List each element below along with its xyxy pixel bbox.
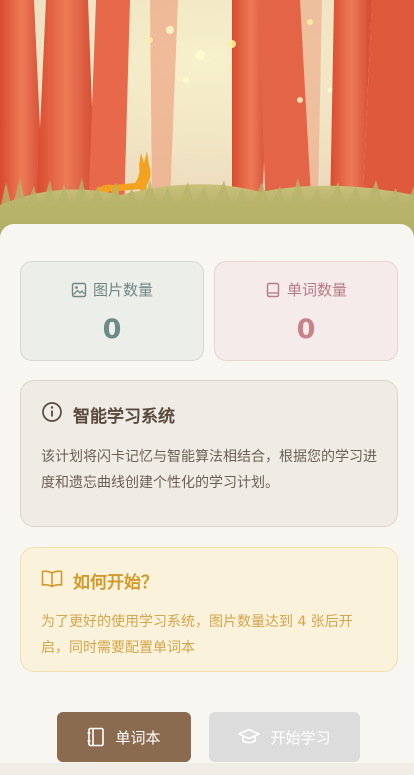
image-count-label: 图片数量 <box>92 281 153 299</box>
bottom-bar <box>0 763 414 775</box>
image-icon <box>71 282 87 298</box>
start-learning-button[interactable]: 开始学习 <box>209 712 360 762</box>
notebook-icon <box>265 282 281 298</box>
content-sheet: 图片数量 0 单词数量 0 智能学习系统 该计划将闪卡记忆与智能算法相结合，根据… <box>0 224 414 775</box>
hero-illustration <box>0 0 414 245</box>
open-book-icon <box>41 569 63 593</box>
info-icon <box>41 401 63 427</box>
how-to-start-card: 如何开始？ 为了更好的使用学习系统，图片数量达到 4 张后开启，同时需要配置单词… <box>20 547 398 672</box>
book-icon <box>87 727 105 747</box>
start-learning-button-label: 开始学习 <box>270 729 331 747</box>
word-count-label: 单词数量 <box>286 281 347 299</box>
smart-learning-title: 智能学习系统 <box>73 406 175 427</box>
word-count-value: 0 <box>296 314 316 345</box>
smart-learning-description: 该计划将闪卡记忆与智能算法相结合，根据您的学习进度和遗忘曲线创建个性化的学习计划… <box>41 449 377 491</box>
smart-learning-card: 智能学习系统 该计划将闪卡记忆与智能算法相结合，根据您的学习进度和遗忘曲线创建个… <box>20 380 398 527</box>
image-count-value: 0 <box>102 314 122 345</box>
graduation-cap-icon <box>238 728 261 746</box>
word-count-card: 单词数量 0 <box>214 261 398 361</box>
image-count-card: 图片数量 0 <box>20 261 204 361</box>
how-to-start-title: 如何开始？ <box>73 573 158 593</box>
vocabulary-button-label: 单词本 <box>115 729 161 747</box>
vocabulary-button[interactable]: 单词本 <box>57 712 191 762</box>
how-to-start-description: 为了更好的使用学习系统，图片数量达到 4 张后开启，同时需要配置单词本 <box>41 614 353 656</box>
